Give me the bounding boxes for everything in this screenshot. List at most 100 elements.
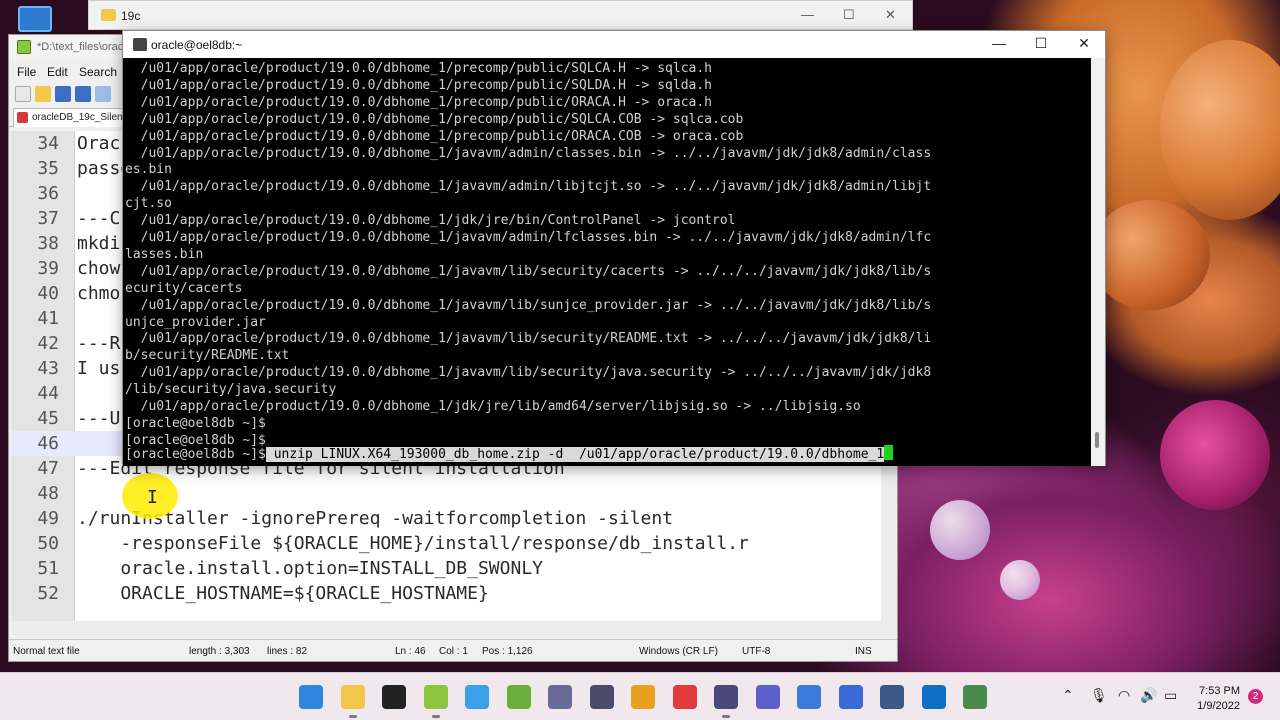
- notepadpp-icon: [17, 40, 31, 54]
- terminal-icon[interactable]: [382, 685, 406, 709]
- line-number: 51: [37, 558, 59, 579]
- maximize-icon[interactable]: ☐: [1026, 35, 1056, 55]
- scrollbar-thumb[interactable]: [1095, 432, 1099, 448]
- line-number: 41: [37, 308, 59, 329]
- file-tab[interactable]: oracleDB_19c_Silent: [13, 108, 125, 127]
- explorer-window[interactable]: 19c — ☐ ✕: [88, 0, 913, 30]
- line-text: Orac: [77, 133, 121, 154]
- terminal-line: lasses.bin: [125, 246, 204, 262]
- terminal-prompt: [oracle@oel8db ~]$: [125, 447, 266, 462]
- wallpaper-bubble: [1000, 560, 1040, 600]
- file-explorer-icon[interactable]: [340, 685, 365, 718]
- code-line[interactable]: 51 oracle.install.option=INSTALL_DB_SWON…: [11, 556, 881, 581]
- wallpaper-shape: [1090, 200, 1210, 310]
- rdp-icon[interactable]: [548, 685, 572, 709]
- chevron-up-icon[interactable]: ⌃: [1062, 687, 1074, 704]
- ibeam-cursor-icon: I: [147, 487, 158, 508]
- terminal-command-line[interactable]: [oracle@oel8db ~]$ unzip LINUX.X64_19300…: [125, 445, 894, 462]
- photos-icon[interactable]: [797, 685, 821, 709]
- status-ln: Ln : 46: [395, 646, 426, 657]
- winscp-icon[interactable]: [963, 685, 987, 709]
- minimize-icon[interactable]: —: [801, 7, 814, 22]
- anydesk-icon[interactable]: [672, 685, 697, 709]
- wallpaper-bubble: [930, 500, 990, 560]
- volume-icon[interactable]: 🔊: [1140, 687, 1157, 704]
- line-number: 34: [37, 133, 59, 154]
- text-cursor: [884, 445, 894, 460]
- new-file-icon[interactable]: [15, 86, 31, 102]
- line-text: I us: [77, 358, 121, 379]
- clock-time: 7:53 PM: [1199, 685, 1240, 697]
- close-file-icon[interactable]: [95, 86, 111, 102]
- minimize-icon[interactable]: —: [984, 35, 1014, 55]
- line-number: 50: [37, 533, 59, 554]
- maximize-icon[interactable]: ☐: [843, 7, 855, 23]
- desktop-monitor-icon[interactable]: [18, 6, 52, 32]
- terminal-line: /u01/app/oracle/product/19.0.0/dbhome_1/…: [125, 128, 744, 144]
- terminal-line: unjce_provider.jar: [125, 314, 266, 330]
- terminal-line: /u01/app/oracle/product/19.0.0/dbhome_1/…: [125, 111, 744, 127]
- start-icon[interactable]: [299, 685, 323, 709]
- code-line[interactable]: 50 -responseFile ${ORACLE_HOME}/install/…: [11, 531, 881, 556]
- teams-icon[interactable]: [755, 685, 780, 709]
- menu-edit[interactable]: Edit: [47, 65, 68, 79]
- status-eol: Windows (CR LF): [639, 646, 718, 657]
- toad-icon[interactable]: [506, 685, 531, 709]
- battery-icon[interactable]: ▭: [1164, 687, 1177, 704]
- terminal-line: /u01/app/oracle/product/19.0.0/dbhome_1/…: [125, 331, 932, 347]
- terminal-line: cjt.so: [125, 196, 172, 212]
- terminal-titlebar[interactable]: oracle@oel8db:~ — ☐ ✕: [123, 31, 1105, 58]
- line-number: 45: [37, 408, 59, 429]
- terminal-line: /u01/app/oracle/product/19.0.0/dbhome_1/…: [125, 230, 932, 245]
- line-text: mkdi: [77, 233, 121, 254]
- open-folder-icon[interactable]: [35, 86, 51, 102]
- terminal-window[interactable]: oracle@oel8db:~ — ☐ ✕ /u01/app/oracle/pr…: [122, 30, 1106, 466]
- line-number: 48: [37, 483, 59, 504]
- terminal-command: unzip LINUX.X64_193000_db_home.zip -d /u…: [265, 447, 885, 462]
- line-number: 52: [37, 583, 59, 604]
- status-length: length : 3,303: [189, 646, 250, 657]
- virtualbox-icon[interactable]: [465, 685, 489, 709]
- system-clock[interactable]: 7:53 PM 1/9/2022: [1188, 684, 1240, 714]
- terminal-line: ecurity/cacerts: [125, 280, 243, 296]
- code-line[interactable]: 52 ORACLE_HOSTNAME=${ORACLE_HOSTNAME}: [11, 581, 881, 606]
- terminal-line: /u01/app/oracle/product/19.0.0/dbhome_1/…: [125, 77, 712, 93]
- line-number: 40: [37, 283, 59, 304]
- line-text: chmo: [77, 283, 121, 304]
- terminal-scrollbar[interactable]: [1091, 58, 1105, 466]
- status-encoding: UTF-8: [742, 646, 771, 657]
- snip-icon[interactable]: [589, 685, 614, 709]
- wallpaper-shape: [1160, 400, 1270, 510]
- outlook-icon[interactable]: [921, 685, 946, 709]
- explorer-title: 19c: [121, 9, 141, 23]
- folder-icon: [101, 9, 116, 21]
- menu-search[interactable]: Search: [79, 65, 117, 79]
- close-icon[interactable]: ✕: [885, 7, 896, 23]
- line-number: 46: [37, 433, 59, 454]
- unsaved-icon: [17, 112, 28, 123]
- close-icon[interactable]: ✕: [1069, 35, 1099, 55]
- putty-icon[interactable]: [714, 685, 738, 718]
- network-icon[interactable]: [880, 685, 904, 709]
- notification-badge[interactable]: 2: [1248, 689, 1263, 704]
- notepadpp-icon[interactable]: [423, 685, 448, 718]
- status-lines: lines : 82: [267, 646, 308, 657]
- menu-file[interactable]: File: [17, 65, 36, 79]
- chrome-icon[interactable]: [631, 685, 655, 709]
- terminal-output[interactable]: /u01/app/oracle/product/19.0.0/dbhome_1/…: [123, 58, 1091, 466]
- file-tab-label: oracleDB_19c_Silent: [32, 112, 125, 123]
- microphone-icon[interactable]: 🎙: [1090, 687, 1108, 704]
- wifi-icon[interactable]: ◠: [1118, 687, 1130, 704]
- taskbar: ⌃ 🎙 ◠ 🔊 ▭ 7:53 PM 1/9/2022 2: [0, 672, 1280, 720]
- save-all-icon[interactable]: [75, 86, 91, 102]
- line-number: 35: [37, 158, 59, 179]
- terminal-line: /u01/app/oracle/product/19.0.0/dbhome_1/…: [125, 94, 712, 110]
- save-icon[interactable]: [55, 86, 71, 102]
- defender-icon[interactable]: [838, 685, 863, 709]
- terminal-line: es.bin: [125, 162, 172, 178]
- terminal-line: /u01/app/oracle/product/19.0.0/dbhome_1/…: [125, 179, 932, 195]
- status-bar: Normal text file length : 3,303 lines : …: [9, 639, 897, 661]
- line-number: 49: [37, 508, 59, 529]
- horizontal-scrollbar[interactable]: [11, 621, 881, 635]
- line-number: 44: [37, 383, 59, 404]
